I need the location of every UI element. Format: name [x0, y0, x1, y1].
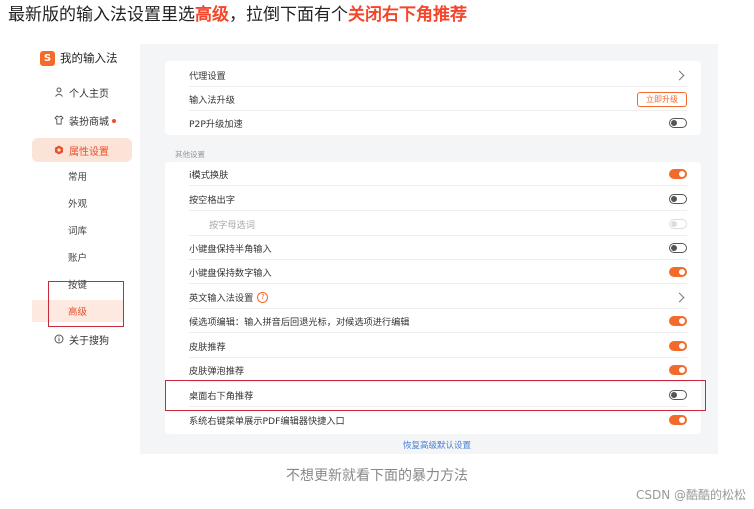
- settings-icon: [54, 145, 64, 155]
- annotation-box-advanced: [48, 281, 124, 327]
- caption-text: 不想更新就看下面的暴力方法: [286, 468, 468, 484]
- headline-highlight-close-recommend: 关闭右下角推荐: [348, 5, 467, 25]
- headline-part2: ，拉倒下面有个: [229, 5, 348, 25]
- toggle-switch[interactable]: [669, 365, 687, 375]
- row-label: P2P升级加速: [189, 119, 243, 130]
- info-icon: [54, 334, 64, 344]
- chevron-right-icon: [674, 292, 685, 302]
- sidebar-item-label: 关于搜狗: [69, 335, 109, 347]
- row-p2p-upgrade: P2P升级加速: [165, 111, 701, 135]
- row-skin-recommend: 皮肤推荐: [165, 334, 701, 358]
- subnav-account[interactable]: 账户: [68, 246, 87, 268]
- sidebar-item-about[interactable]: 关于搜狗: [32, 327, 109, 351]
- csdn-watermark: CSDN @酷酷的松松: [635, 488, 746, 502]
- row-label: 皮肤弹泡推荐: [189, 366, 245, 377]
- upgrade-now-button[interactable]: 立即升级: [637, 91, 687, 107]
- row-label: 代理设置: [189, 71, 226, 82]
- row-numpad-digits: 小键盘保持数字输入: [165, 260, 701, 284]
- row-label: 按字母选词: [209, 220, 255, 231]
- sogou-logo-icon: S: [40, 50, 55, 66]
- sidebar-item-label: 属性设置: [69, 146, 109, 158]
- toggle-switch[interactable]: [669, 169, 687, 179]
- row-space-commit: 按空格出字: [165, 187, 701, 211]
- sidebar-item-label: 个人主页: [69, 88, 109, 100]
- top-settings-card: 代理设置 输入法升级 立即升级 P2P升级加速: [165, 61, 701, 135]
- chevron-right-icon: [674, 70, 685, 80]
- subnav-appearance[interactable]: 外观: [68, 192, 87, 214]
- toggle-switch[interactable]: [669, 267, 687, 277]
- sidebar-item-profile[interactable]: 个人主页: [32, 80, 109, 104]
- subnav-dictionary[interactable]: 词库: [68, 219, 87, 241]
- row-label: 小键盘保持半角输入: [189, 244, 272, 255]
- sidebar-item-properties[interactable]: 属性设置: [32, 138, 132, 162]
- toggle-switch[interactable]: [669, 118, 687, 128]
- toggle-switch: [669, 219, 687, 229]
- row-candidate-edit: 候选项编辑：输入拼音后回退光标，对候选项进行编辑: [165, 309, 701, 333]
- toggle-switch[interactable]: [669, 243, 687, 253]
- row-letter-select: 按字母选词: [165, 212, 701, 236]
- row-skin-bubble-recommend: 皮肤弹泡推荐: [165, 358, 701, 382]
- app-title-text: 我的输入法: [60, 51, 118, 65]
- row-label: 英文输入法设置: [189, 293, 254, 304]
- toggle-switch[interactable]: [669, 194, 687, 204]
- sidebar-item-shop[interactable]: 装扮商城: [32, 108, 116, 132]
- row-label: i模式换肤: [189, 170, 229, 181]
- row-label: 按空格出字: [189, 195, 235, 206]
- headline-part1: 最新版的输入法设置里选: [8, 5, 195, 25]
- section-label-other: 其他设置: [175, 150, 205, 159]
- toggle-switch[interactable]: [669, 316, 687, 326]
- restore-defaults-link[interactable]: 恢复高级默认设置: [403, 439, 471, 451]
- row-label: 候选项编辑：输入拼音后回退光标，对候选项进行编辑: [189, 317, 410, 328]
- row-upgrade: 输入法升级 立即升级: [165, 87, 701, 111]
- shirt-icon: [54, 115, 64, 125]
- toggle-switch[interactable]: [669, 415, 687, 425]
- settings-sidebar: S 我的输入法 个人主页 装扮商城 属性设置 常用 外观 词库 账户 按键 高级…: [32, 44, 140, 454]
- person-icon: [54, 87, 64, 97]
- row-proxy-settings[interactable]: 代理设置: [165, 63, 701, 87]
- row-label: 皮肤推荐: [189, 342, 226, 353]
- row-numpad-halfwidth: 小键盘保持半角输入: [165, 236, 701, 260]
- row-label: 系统右键菜单展示PDF编辑器快捷入口: [189, 416, 345, 427]
- toggle-switch[interactable]: [669, 341, 687, 351]
- row-pdf-context-menu: 系统右键菜单展示PDF编辑器快捷入口: [165, 408, 701, 432]
- row-i-mode-skin: i模式换肤: [165, 162, 701, 186]
- article-headline: 最新版的输入法设置里选高级，拉倒下面有个关闭右下角推荐: [8, 2, 467, 28]
- row-label: 小键盘保持数字输入: [189, 268, 272, 279]
- row-english-ime-settings[interactable]: 英文输入法设置 ?: [165, 285, 701, 309]
- notification-dot: [112, 119, 116, 123]
- help-icon[interactable]: ?: [257, 291, 269, 303]
- subnav-common[interactable]: 常用: [68, 165, 87, 187]
- app-title: S 我的输入法: [40, 50, 118, 66]
- annotation-box-desktop-recommend: [165, 380, 706, 411]
- headline-highlight-advanced: 高级: [195, 5, 229, 25]
- sidebar-item-label: 装扮商城: [69, 116, 109, 128]
- row-label: 输入法升级: [189, 95, 235, 106]
